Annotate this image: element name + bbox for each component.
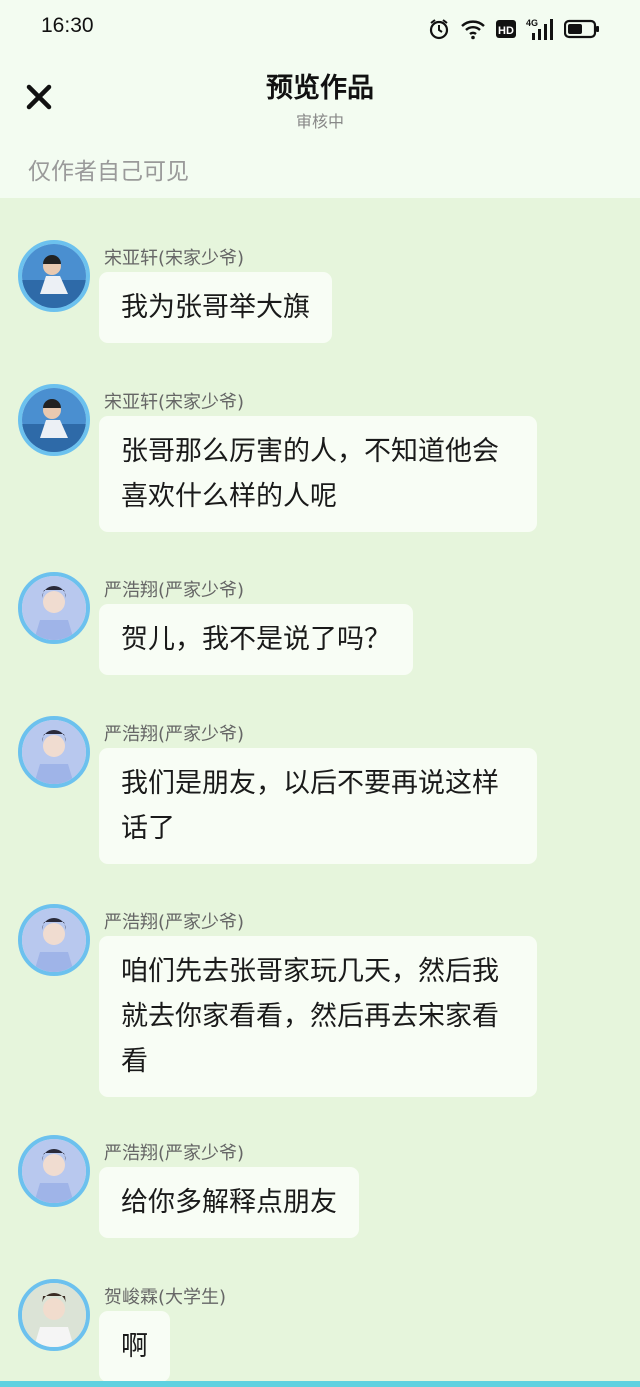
battery-icon [564, 19, 600, 39]
sender-name: 严浩翔(严家少爷) [104, 912, 245, 933]
header-area: 16:30 HD 4G 预览作品 审核中 仅作者自己可见 [0, 0, 640, 198]
avatar[interactable] [18, 572, 90, 644]
sender-name: 严浩翔(严家少爷) [104, 580, 245, 601]
avatar[interactable] [18, 904, 90, 976]
avatar[interactable] [18, 384, 90, 456]
review-status: 审核中 [295, 112, 344, 131]
sender-name: 宋亚轩(宋家少爷) [104, 248, 245, 269]
sender-name: 宋亚轩(宋家少爷) [104, 392, 245, 413]
avatar[interactable] [18, 716, 90, 788]
alarm-icon [428, 18, 450, 40]
page-title: 预览作品 [266, 73, 374, 104]
status-time: 16:30 [41, 14, 94, 37]
sender-name: 严浩翔(严家少爷) [104, 1143, 245, 1164]
message-bubble: 贺儿，我不是说了吗？ [99, 604, 413, 675]
message-bubble: 咱们先去张哥家玩几天，然后我就去你家看看，然后再去宋家看看 [99, 936, 537, 1097]
status-bar: 16:30 HD 4G [0, 0, 640, 56]
wifi-icon [460, 18, 486, 40]
message-bubble: 给你多解释点朋友 [99, 1167, 359, 1238]
sender-name: 严浩翔(严家少爷) [104, 724, 245, 745]
message-bubble: 我为张哥举大旗 [99, 272, 332, 343]
message-bubble: 我们是朋友，以后不要再说这样话了 [99, 748, 537, 864]
hd-label: HD [498, 25, 514, 37]
avatar[interactable] [18, 1135, 90, 1207]
hd-icon: HD [496, 19, 516, 39]
sender-name: 贺峻霖(大学生) [104, 1287, 227, 1308]
avatar[interactable] [18, 240, 90, 312]
visibility-note: 仅作者自己可见 [28, 159, 189, 185]
4g-signal-icon: 4G [526, 17, 554, 41]
nav-bar: 预览作品 审核中 [0, 56, 640, 144]
avatar[interactable] [18, 1279, 90, 1351]
message-bubble: 啊 [99, 1311, 170, 1382]
message-bubble: 张哥那么厉害的人，不知道他会喜欢什么样的人呢 [99, 416, 537, 532]
bottom-edge-bar [0, 1381, 640, 1387]
status-icons: HD 4G [428, 16, 600, 42]
network-label: 4G [526, 18, 538, 28]
chat-preview: 宋亚轩(宋家少爷) 我为张哥举大旗 宋亚轩(宋家少爷) 张哥那么厉害的人，不知道… [0, 198, 640, 1382]
